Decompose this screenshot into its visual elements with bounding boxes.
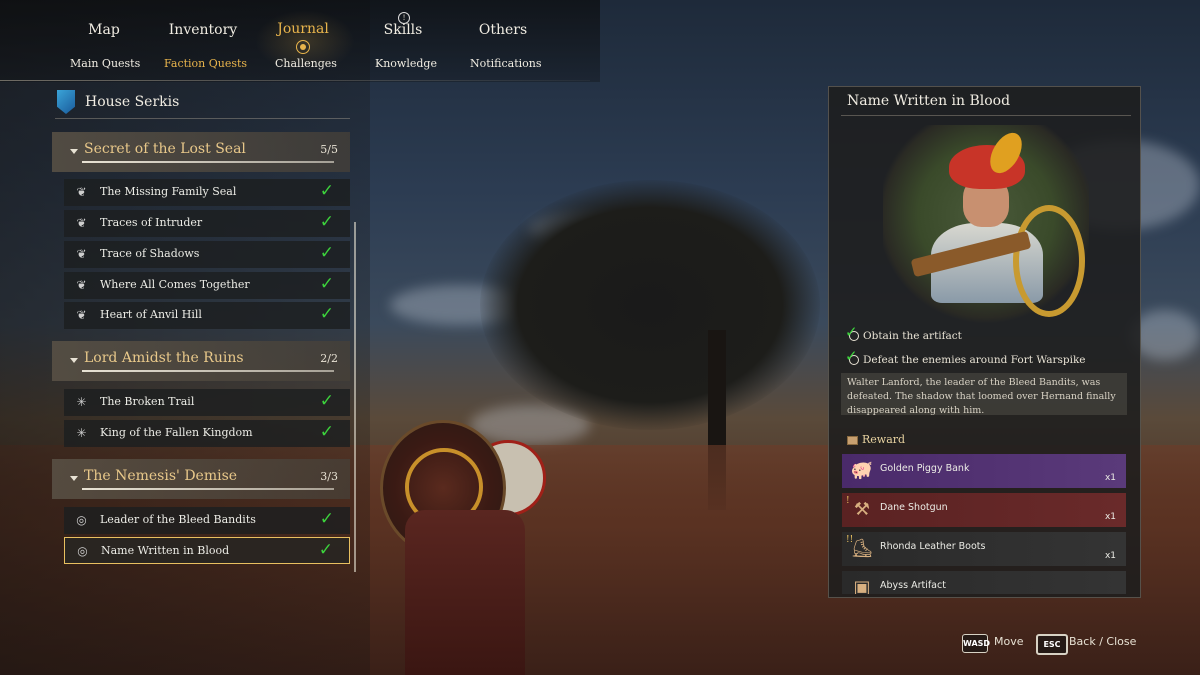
quest-group-title: The Nemesis' Demise [84,468,238,484]
quest-description: Walter Lanford, the leader of the Bleed … [841,373,1127,416]
faction-crest-icon [57,90,75,114]
objective-item: ✓ Obtain the artifact [845,323,962,342]
tab-map[interactable]: Map [59,22,149,38]
check-icon: ✓ [318,540,333,560]
quest-label: Name Written in Blood [101,544,230,557]
reward-name: Dane Shotgun [880,502,948,513]
shotgun-icon: ⚒ [853,499,871,520]
top-navigation: Map Inventory Journal ! Skills Others Ma… [0,0,600,82]
reward-name: Golden Piggy Bank [880,463,970,474]
ring-crest-icon: ◎ [77,544,88,558]
move-hint: Move [994,635,1024,648]
subtab-faction-quests[interactable]: Faction Quests [164,57,247,70]
quest-label: Traces of Intruder [100,216,203,229]
check-icon: ✓ [845,323,858,341]
quest-row[interactable]: ❦ Trace of Shadows ✓ [64,241,350,268]
tab-inventory[interactable]: Inventory [158,22,248,38]
collapse-caret-icon [70,149,78,154]
check-icon: ✓ [319,422,334,442]
reward-name: Rhonda Leather Boots [880,541,986,552]
check-icon: ✓ [319,304,334,324]
quest-label: Where All Comes Together [100,278,250,291]
player-character [375,370,546,675]
quest-row[interactable]: ❦ Traces of Intruder ✓ [64,210,350,237]
reward-item[interactable]: ! ⚒ Dane Shotgun x1 [842,493,1126,527]
quest-label: King of the Fallen Kingdom [100,426,253,439]
subtab-notifications[interactable]: Notifications [470,57,542,70]
quest-row[interactable]: ✳ The Broken Trail ✓ [64,389,350,416]
quest-group-header[interactable]: Lord Amidst the Ruins 2/2 [52,341,350,381]
subtab-knowledge[interactable]: Knowledge [375,57,437,70]
collapse-caret-icon [70,358,78,363]
sun-crest-icon: ✳ [76,426,87,440]
quest-group-count: 2/2 [320,352,338,365]
bird-crest-icon: ❦ [76,185,87,199]
quest-group-title: Secret of the Lost Seal [84,141,246,157]
tab-skills[interactable]: Skills [358,22,448,38]
collapse-caret-icon [70,476,78,481]
objective-text: Defeat the enemies around Fort Warspike [863,354,1086,366]
quest-list-scrollbar[interactable] [354,222,356,572]
chest-icon [847,435,858,445]
quest-label: Heart of Anvil Hill [100,308,202,321]
wasd-key-icon: WASD [962,634,990,653]
bird-crest-icon: ❦ [76,278,87,292]
reward-quantity: x1 [1104,512,1116,522]
check-icon: ✓ [319,181,334,201]
subtab-main-quests[interactable]: Main Quests [70,57,140,70]
quest-list: Secret of the Lost Seal 5/5 ❦ The Missin… [52,115,352,585]
quest-label: Trace of Shadows [100,247,200,260]
check-icon: ✓ [319,243,334,263]
reward-item[interactable]: ▣ Abyss Artifact [842,571,1126,594]
reward-header: Reward [847,433,905,446]
quest-group-header[interactable]: The Nemesis' Demise 3/3 [52,459,350,499]
reward-list: 🐖 Golden Piggy Bank x1 ! ⚒ Dane Shotgun … [829,451,1140,594]
quest-detail-panel: Name Written in Blood ✓ Obtain the artif… [828,86,1141,598]
objective-text: Obtain the artifact [863,330,962,342]
quest-row[interactable]: ◎ Leader of the Bleed Bandits ✓ [64,507,350,534]
back-close-hint[interactable]: Back / Close [1069,635,1136,648]
check-icon: ✓ [319,274,334,294]
quest-detail-title: Name Written in Blood [847,93,1011,109]
quest-group-count: 5/5 [320,143,338,156]
esc-key-icon[interactable]: ESC [1036,634,1068,655]
bird-crest-icon: ❦ [76,216,87,230]
objective-item: ✓ Defeat the enemies around Fort Warspik… [845,347,1086,366]
quest-row[interactable]: ❦ The Missing Family Seal ✓ [64,179,350,206]
quest-group-title: Lord Amidst the Ruins [84,350,244,366]
quest-label: The Missing Family Seal [100,185,237,198]
subtab-challenges[interactable]: Challenges [275,57,337,70]
tab-others[interactable]: Others [458,22,548,38]
quest-row[interactable]: ❦ Where All Comes Together ✓ [64,272,350,299]
quest-portrait-image [883,125,1089,325]
reward-item[interactable]: !! ⛸ Rhonda Leather Boots x1 [842,532,1126,566]
reward-quantity: x1 [1104,473,1116,483]
reward-item[interactable]: 🐖 Golden Piggy Bank x1 [842,454,1126,488]
check-icon: ✓ [845,347,858,365]
ring-crest-icon: ◎ [76,513,87,527]
quest-row-selected[interactable]: ◎ Name Written in Blood ✓ [64,537,350,564]
faction-name: House Serkis [85,94,180,110]
check-icon: ✓ [319,212,334,232]
check-icon: ✓ [319,391,334,411]
sun-crest-icon: ✳ [76,395,87,409]
quest-group-header[interactable]: Secret of the Lost Seal 5/5 [52,132,350,172]
quest-label: Leader of the Bleed Bandits [100,513,256,526]
quest-row[interactable]: ✳ King of the Fallen Kingdom ✓ [64,420,350,447]
piggy-bank-icon: 🐖 [850,460,874,481]
quest-label: The Broken Trail [100,395,195,408]
reward-quantity: x1 [1104,551,1116,561]
boots-icon: ⛸ [850,538,874,559]
check-icon: ✓ [319,509,334,529]
quest-row[interactable]: ❦ Heart of Anvil Hill ✓ [64,302,350,329]
quest-group-count: 3/3 [320,470,338,483]
reward-name: Abyss Artifact [880,580,946,591]
reward-title: Reward [862,433,906,446]
bird-crest-icon: ❦ [76,308,87,322]
tab-journal[interactable]: Journal [258,21,348,37]
bird-crest-icon: ❦ [76,247,87,261]
active-tab-indicator-icon [296,40,310,54]
artifact-icon: ▣ [853,577,871,594]
